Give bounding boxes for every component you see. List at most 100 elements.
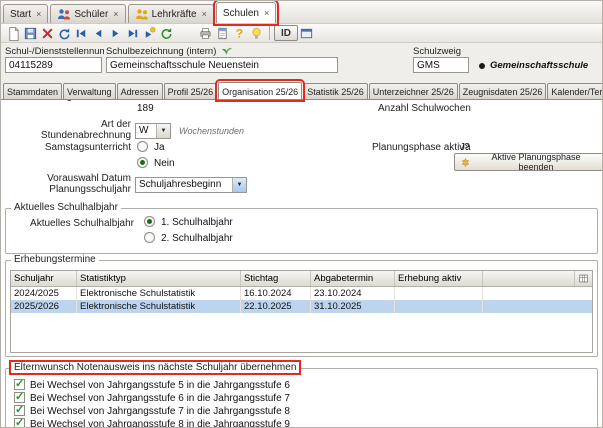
school-name-field[interactable]: Gemeinschaftsschule Neuenstein <box>106 57 338 73</box>
end-planning-phase-button[interactable]: Aktive Planungsphase beenden <box>454 153 603 171</box>
tab-adressen[interactable]: Adressen <box>117 83 163 99</box>
tab-verwaltung[interactable]: Verwaltung <box>63 83 116 99</box>
halfyear-2-radio[interactable] <box>144 232 155 243</box>
tab-zeugnisdaten[interactable]: Zeugnisdaten 25/26 <box>459 83 547 99</box>
chevron-down-icon[interactable]: ▼ <box>156 124 170 138</box>
school-name-label: Schulbezeichnung (intern) <box>106 46 218 57</box>
gear-icon <box>460 157 471 168</box>
halfyear-1-label: 1. Schulhalbjahr <box>161 217 233 228</box>
refresh-data-icon[interactable] <box>158 25 175 42</box>
preselect-date-label: Vorauswahl Datum Planungsschuljahr <box>9 173 131 195</box>
school-number-field[interactable]: 04115289 <box>5 57 102 73</box>
goto-record-icon[interactable] <box>141 25 158 42</box>
school-days-label: Anz. Schultage lt. Kalender <box>9 99 131 102</box>
school-number-label: Schul-/Dienststellennum... <box>5 46 104 57</box>
branch-bullet-icon <box>479 63 485 69</box>
next-record-icon[interactable] <box>107 25 124 42</box>
id-button[interactable]: ID <box>274 25 298 41</box>
tab-statistik[interactable]: Statistik 25/26 <box>303 83 368 99</box>
erhebungstermine-group-title: Erhebungstermine <box>11 254 99 265</box>
wish-checkbox-8-9[interactable] <box>14 418 25 428</box>
delete-icon[interactable] <box>39 25 56 42</box>
save-icon[interactable] <box>22 25 39 42</box>
school-weeks-label: Anzahl Schulwochen <box>378 103 471 114</box>
saturday-yes-radio[interactable] <box>137 141 148 152</box>
column-header-schuljahr[interactable]: Schuljahr <box>11 271 77 286</box>
new-record-icon[interactable] <box>5 25 22 42</box>
column-header-stichtag[interactable]: Stichtag <box>241 271 311 286</box>
wish-label-8-9: Bei Wechsel von Jahrgangsstufe 8 in die … <box>30 419 290 428</box>
column-header-abgabetermin[interactable]: Abgabetermin <box>311 271 395 286</box>
table-header-row: Schuljahr Statistiktyp Stichtag Abgabete… <box>11 271 592 287</box>
parental-wish-group-title: Elternwunsch Notenausweis ins nächste Sc… <box>11 362 299 373</box>
print-icon[interactable] <box>197 25 214 42</box>
cell-schuljahr: 2024/2025 <box>11 287 77 300</box>
report-icon[interactable] <box>214 25 231 42</box>
erhebungstermine-group: Erhebungstermine Schuljahr Statistiktyp … <box>5 260 598 357</box>
previous-record-icon[interactable] <box>90 25 107 42</box>
planning-active-label: Planungsphase aktiv? <box>372 142 470 153</box>
tab-schulen[interactable]: Schulen × <box>216 2 276 23</box>
halfyear-2-label: 2. Schulhalbjahr <box>161 233 233 244</box>
planning-year-combobox[interactable]: Schuljahresbeginn ▼ <box>135 177 247 193</box>
help-icon[interactable]: ? <box>231 25 248 42</box>
cell-erhebung-aktiv <box>395 287 483 300</box>
module-info-icon[interactable] <box>298 25 315 42</box>
close-tab-icon[interactable]: × <box>264 8 269 18</box>
school-branch-field[interactable]: GMS <box>413 57 469 73</box>
current-halfyear-label: Aktuelles Schulhalbjahr <box>8 218 134 229</box>
cell-schuljahr: 2025/2026 <box>11 300 77 313</box>
last-record-icon[interactable] <box>124 25 141 42</box>
school-branch-label: Schulzweig <box>413 46 483 57</box>
close-tab-icon[interactable]: × <box>202 9 207 19</box>
sprout-marker-icon <box>220 44 233 57</box>
tab-label: Lehrkräfte <box>152 9 197 20</box>
tab-start[interactable]: Start × <box>3 4 48 23</box>
table-row-selected[interactable]: 2025/2026 Elektronische Schulstatistik 2… <box>11 300 592 313</box>
toolbar-separator <box>269 26 270 40</box>
wish-checkbox-6-7[interactable] <box>14 392 25 403</box>
hours-mode-note: Wochenstunden <box>179 126 244 136</box>
students-icon <box>57 8 71 21</box>
halfyear-1-radio[interactable] <box>144 216 155 227</box>
cell-abgabetermin: 31.10.2025 <box>311 300 395 313</box>
hours-mode-value: W <box>139 125 148 136</box>
tab-organisation[interactable]: Organisation 25/26 <box>218 82 302 99</box>
hours-mode-combobox[interactable]: W ▼ <box>135 123 171 139</box>
parental-wish-group: Elternwunsch Notenausweis ins nächste Sc… <box>5 368 598 428</box>
cell-stichtag: 22.10.2025 <box>241 300 311 313</box>
column-config-button[interactable] <box>574 271 592 286</box>
hint-icon[interactable] <box>248 25 265 42</box>
close-tab-icon[interactable]: × <box>113 9 118 19</box>
tab-stammdaten[interactable]: Stammdaten <box>3 83 62 99</box>
undo-icon[interactable] <box>56 25 73 42</box>
saturday-no-label: Nein <box>154 158 175 169</box>
tab-label: Start <box>10 9 31 20</box>
table-row[interactable]: 2024/2025 Elektronische Schulstatistik 1… <box>11 287 592 300</box>
erhebungstermine-table: Schuljahr Statistiktyp Stichtag Abgabete… <box>10 270 593 353</box>
grid-icon <box>578 273 589 284</box>
wish-checkbox-7-8[interactable] <box>14 405 25 416</box>
tab-profil[interactable]: Profil 25/26 <box>164 83 218 99</box>
tab-unterzeichner[interactable]: Unterzeichner 25/26 <box>369 83 458 99</box>
school-branch-note: Gemeinschaftsschule <box>490 60 588 71</box>
svg-text:?: ? <box>236 26 243 40</box>
column-header-statistiktyp[interactable]: Statistiktyp <box>77 271 241 286</box>
wish-checkbox-5-6[interactable] <box>14 379 25 390</box>
cell-abgabetermin: 23.10.2024 <box>311 287 395 300</box>
wish-label-5-6: Bei Wechsel von Jahrgangsstufe 5 in die … <box>30 380 290 391</box>
cell-filler <box>483 300 592 313</box>
close-tab-icon[interactable]: × <box>36 9 41 19</box>
cell-filler <box>483 287 592 300</box>
saturday-no-radio[interactable] <box>137 157 148 168</box>
organisation-panel: Anz. Schultage lt. Kalender 189 Anzahl S… <box>1 99 603 428</box>
tab-kalender-termine[interactable]: Kalender/Termine 25/26 <box>547 83 603 99</box>
column-header-erhebung-aktiv[interactable]: Erhebung aktiv <box>395 271 483 286</box>
first-record-icon[interactable] <box>73 25 90 42</box>
wish-label-6-7: Bei Wechsel von Jahrgangsstufe 6 in die … <box>30 393 290 404</box>
chevron-down-icon[interactable]: ▼ <box>232 178 246 192</box>
tab-lehrkraefte[interactable]: Lehrkräfte × <box>128 4 214 23</box>
tab-schueler[interactable]: Schüler × <box>50 4 125 23</box>
cell-erhebung-aktiv <box>395 300 483 313</box>
wish-label-7-8: Bei Wechsel von Jahrgangsstufe 7 in die … <box>30 406 290 417</box>
